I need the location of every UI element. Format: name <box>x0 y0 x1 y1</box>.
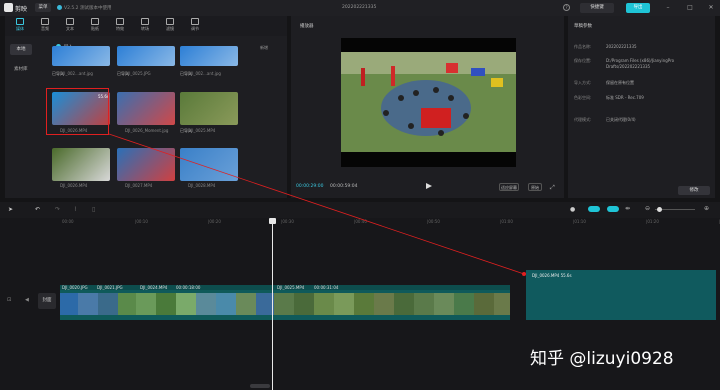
watermark: 知乎 @lizuyi0928 <box>530 349 674 369</box>
annotation-arrow <box>108 133 526 276</box>
timeline-scrollbar[interactable] <box>250 384 270 388</box>
